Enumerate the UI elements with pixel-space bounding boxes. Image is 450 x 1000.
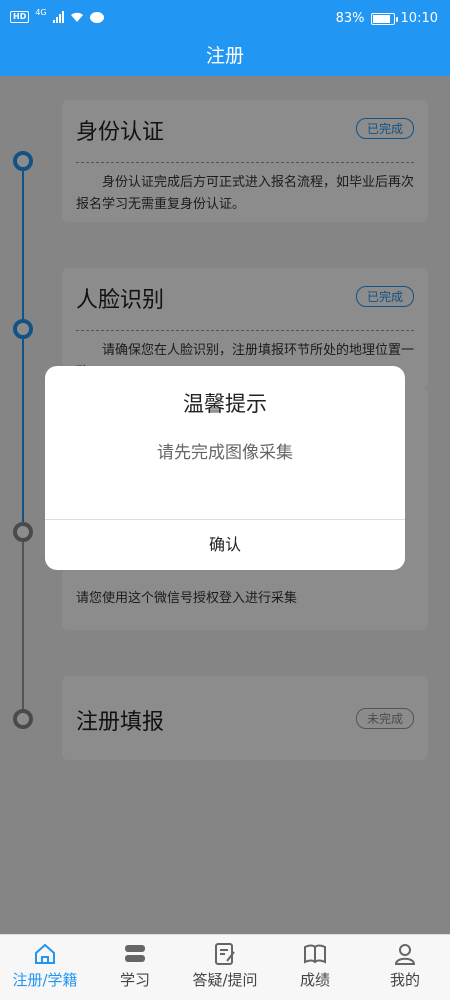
dialog-message: 请先完成图像采集 <box>157 443 293 463</box>
status-left: HD 4G <box>10 7 104 23</box>
clock: 10:10 <box>400 11 438 26</box>
page-title: 注册 <box>205 45 244 67</box>
tab-label: 答疑/提问 <box>192 971 258 989</box>
tab-mine[interactable]: 我的 <box>360 935 450 1000</box>
person-icon <box>394 944 416 965</box>
confirm-button[interactable]: 确认 <box>45 520 405 570</box>
alert-dialog: 温馨提示 请先完成图像采集 确认 <box>45 366 405 570</box>
bottom-tab-bar: 注册/学籍 学习 答疑/提问 成绩 我的 <box>0 934 450 1000</box>
edit-note-icon <box>215 943 235 965</box>
tab-label: 成绩 <box>299 971 330 989</box>
tab-scores[interactable]: 成绩 <box>270 935 360 1000</box>
home-icon <box>35 943 55 964</box>
tab-label: 注册/学籍 <box>12 971 78 989</box>
tab-qa[interactable]: 答疑/提问 <box>180 935 270 1000</box>
battery-percent: 83% <box>335 11 365 26</box>
dialog-title: 温馨提示 <box>183 392 267 416</box>
status-bar: HD 4G 83% 10:10 <box>0 0 450 38</box>
battery-icon <box>370 12 398 25</box>
status-right: 83% 10:10 <box>336 11 438 26</box>
chat-bubble-icon <box>89 11 104 23</box>
wifi-icon <box>70 12 83 22</box>
battery-fill <box>372 14 390 23</box>
tab-label: 学习 <box>119 971 150 989</box>
app-header: 注册 <box>0 38 450 76</box>
book-icon <box>304 944 326 964</box>
stack-icon <box>125 945 145 962</box>
tab-register[interactable]: 注册/学籍 <box>0 935 90 1000</box>
tab-label: 我的 <box>389 971 420 989</box>
tab-study[interactable]: 学习 <box>90 935 180 1000</box>
network-type: 4G <box>35 7 47 17</box>
signal-icon <box>52 11 64 23</box>
hd-badge: HD <box>10 11 30 23</box>
